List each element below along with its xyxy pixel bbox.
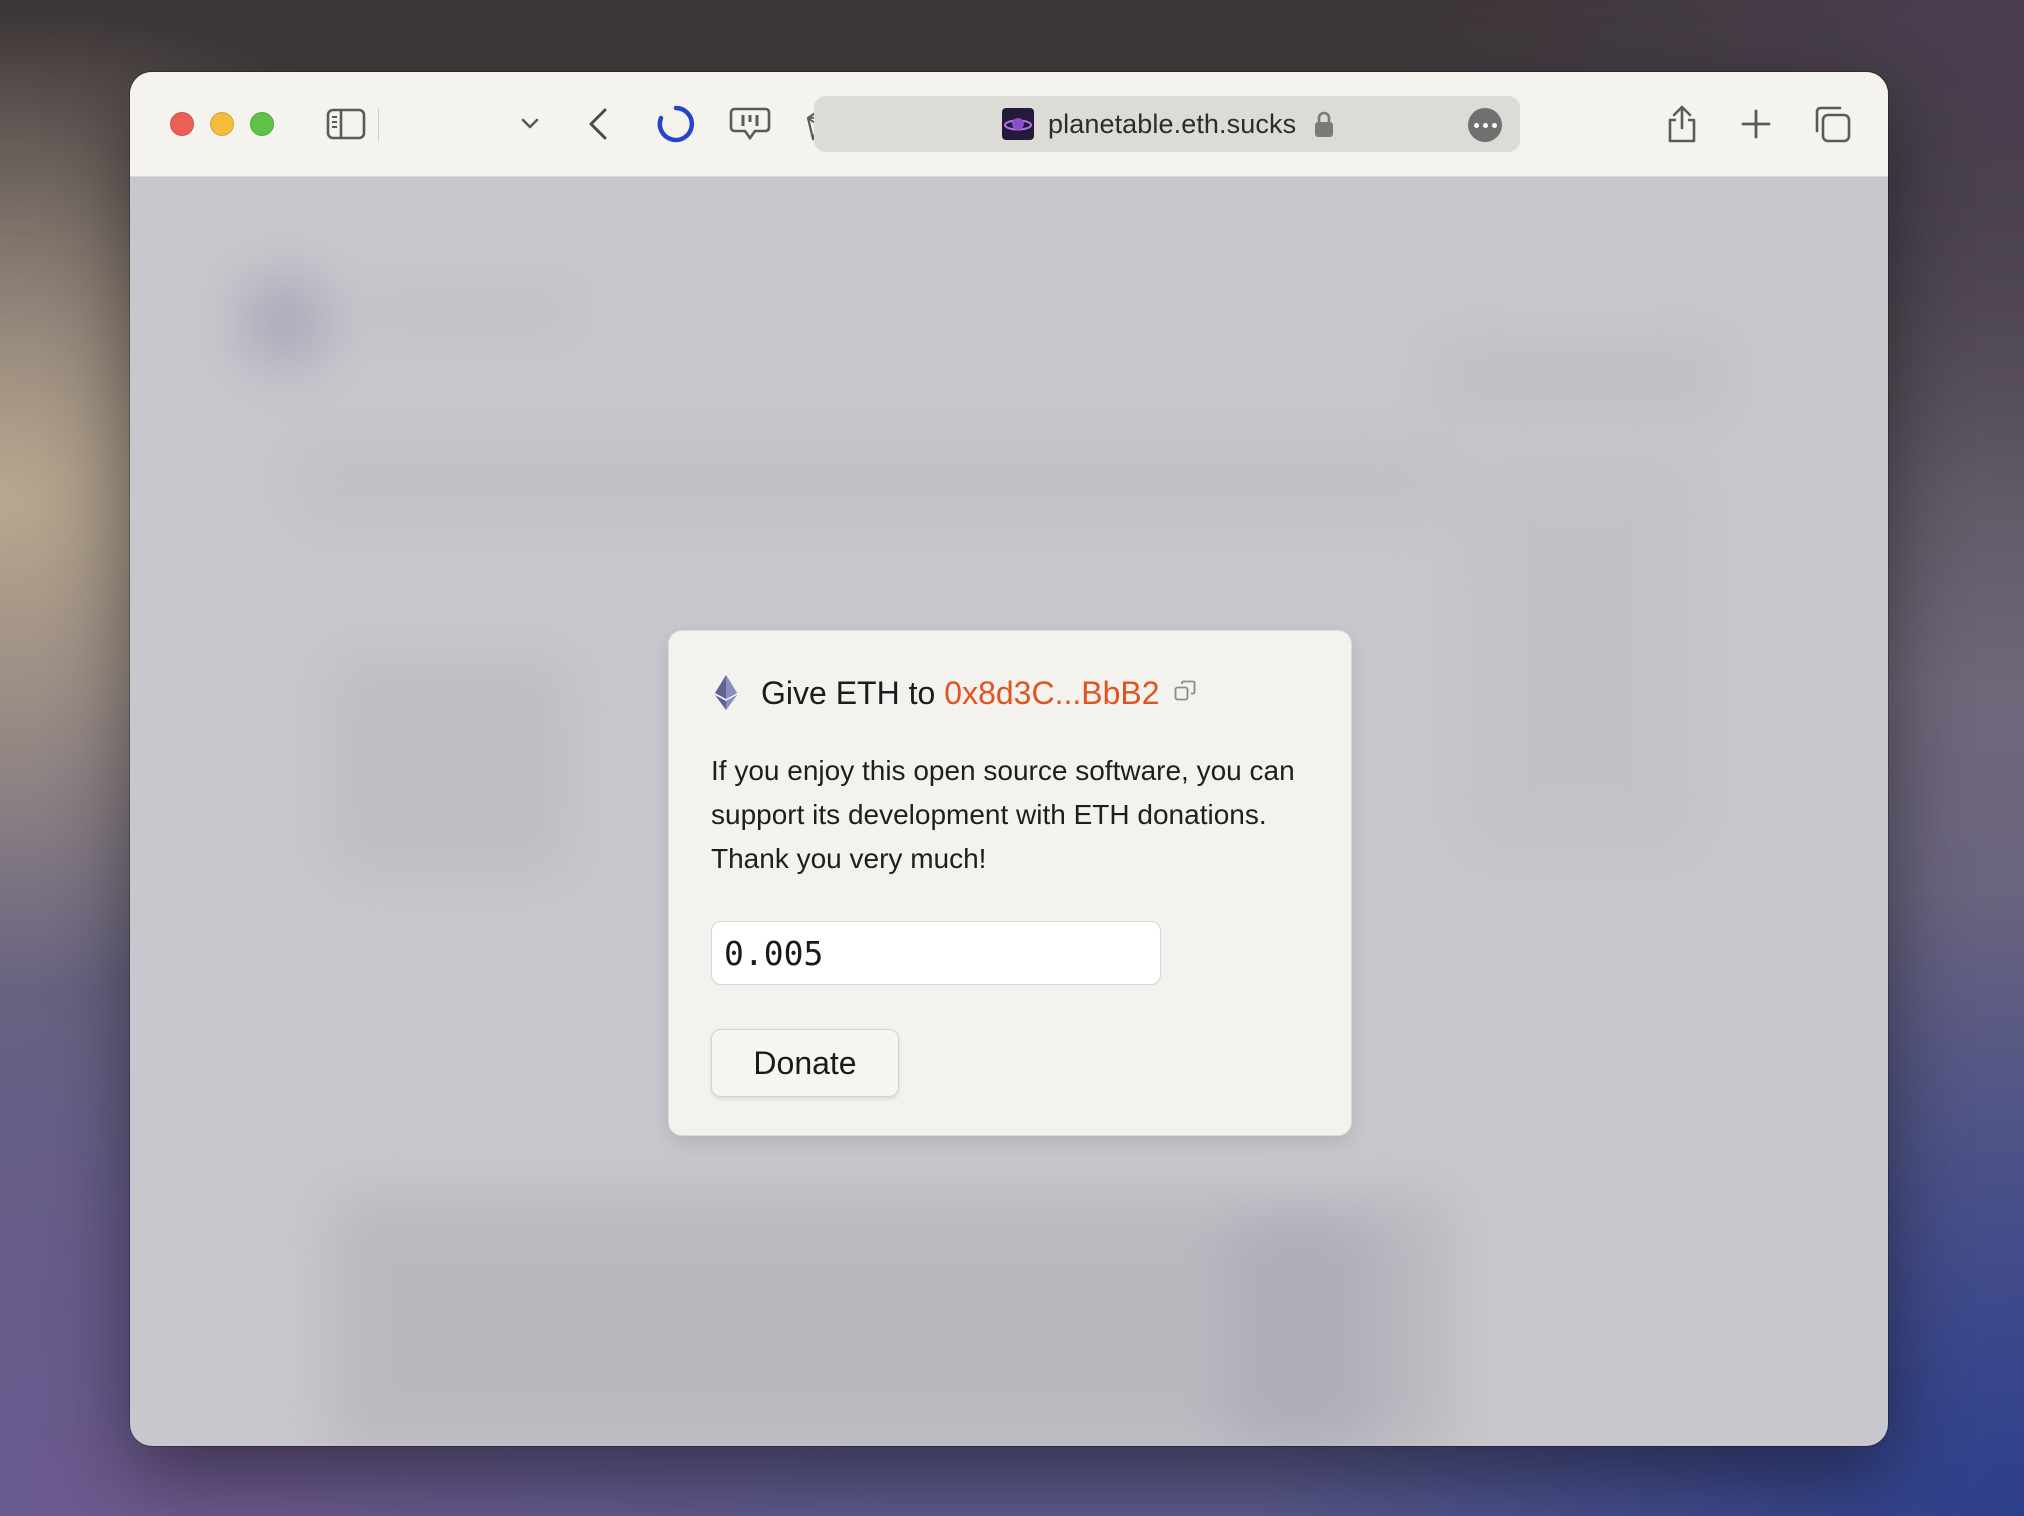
browser-window: planetable.eth.sucks Give ETH to 0x8d3C.… <box>130 72 1888 1446</box>
sidebar-icon[interactable] <box>324 102 368 146</box>
amount-input[interactable] <box>711 921 1161 985</box>
back-icon[interactable] <box>576 102 620 146</box>
donate-button[interactable]: Donate <box>711 1029 899 1097</box>
chevron-down-icon[interactable] <box>508 102 552 146</box>
plus-icon[interactable] <box>1734 102 1778 146</box>
zoom-window-button[interactable] <box>250 112 274 136</box>
loading-spinner-icon[interactable] <box>654 102 698 146</box>
minimize-window-button[interactable] <box>210 112 234 136</box>
url-text: planetable.eth.sucks <box>1048 109 1297 139</box>
page-content: Give ETH to 0x8d3C...BbB2 If you enjoy t… <box>130 176 1888 1446</box>
dialog-title: Give ETH to 0x8d3C...BbB2 <box>711 671 1196 715</box>
site-favicon <box>1002 108 1034 140</box>
close-window-button[interactable] <box>170 112 194 136</box>
tabs-icon[interactable] <box>1810 102 1854 146</box>
browser-toolbar: planetable.eth.sucks <box>130 72 1888 177</box>
more-icon[interactable] <box>1468 108 1502 142</box>
toolbar-divider <box>378 108 379 142</box>
wallet-address-link[interactable]: 0x8d3C...BbB2 <box>944 675 1159 712</box>
dialog-description: If you enjoy this open source software, … <box>711 755 1295 874</box>
lock-icon <box>1314 110 1334 143</box>
address-bar[interactable]: planetable.eth.sucks <box>814 96 1520 152</box>
share-icon[interactable] <box>1660 102 1704 146</box>
donate-dialog: Give ETH to 0x8d3C...BbB2 If you enjoy t… <box>668 630 1352 1136</box>
extension-icon[interactable] <box>728 102 772 146</box>
copy-icon[interactable] <box>1174 680 1196 702</box>
dialog-title-text: Give ETH to <box>761 674 936 711</box>
ethereum-icon <box>715 675 737 710</box>
